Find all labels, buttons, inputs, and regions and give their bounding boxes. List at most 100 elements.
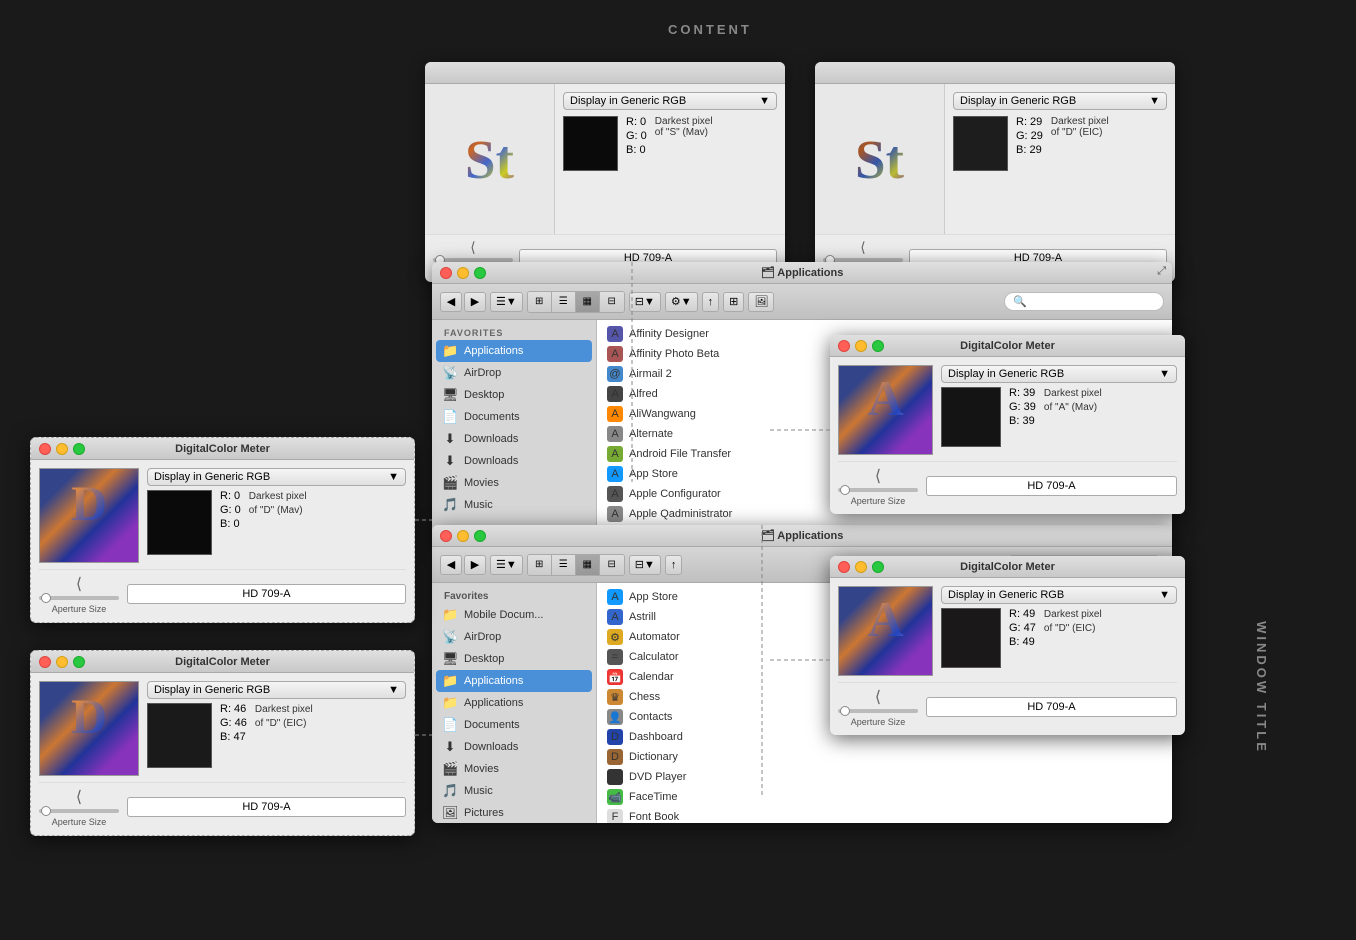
sidebar-item-applications-active-bottom[interactable]: 📁 Applications <box>436 670 592 692</box>
minimize-dcm-sidebar-bottom[interactable] <box>56 656 68 668</box>
maximize-btn-finder-bottom[interactable] <box>474 530 486 542</box>
back-btn-top[interactable]: ◀ <box>440 292 462 312</box>
color-swatch-top-left <box>563 116 618 171</box>
sidebar-item-desktop-bottom[interactable]: 🖥 Desktop <box>432 648 596 670</box>
documents-icon-top: 📄 <box>442 409 458 425</box>
sidebar-item-downloads1-top[interactable]: ⬇ Downloads <box>432 428 596 450</box>
slider-thumb-dcm-finder-top <box>840 485 850 495</box>
annotation-top-left: Darkest pixelof "S" (Mav) <box>655 116 713 171</box>
profile-dropdown-top-right[interactable]: Display in Generic RGB ▼ <box>953 92 1167 110</box>
slider-dcm-sidebar-bottom[interactable] <box>39 809 119 813</box>
sort-btn-top[interactable]: ⊟▼ <box>629 292 661 312</box>
minimize-dcm-finder-top[interactable] <box>855 340 867 352</box>
forward-btn-bottom[interactable]: ▶ <box>464 555 486 575</box>
sidebar-item-pictures-bottom[interactable]: 🖼 Pictures <box>432 802 596 823</box>
list-view-bottom[interactable]: ☰ <box>552 555 576 575</box>
sidebar-item-downloads2-top[interactable]: ⬇ Downloads <box>432 450 596 472</box>
sidebar-item-movies-top[interactable]: 🎬 Movies <box>432 472 596 494</box>
sidebar-item-documents-top[interactable]: 📄 Documents <box>432 406 596 428</box>
share-btn-bottom[interactable]: ↑ <box>665 555 683 575</box>
titlebar-dcm-finder-bottom: DigitalColor Meter <box>830 556 1185 578</box>
icon-view-bottom[interactable]: ⊞ <box>528 555 552 575</box>
pixel-preview-sidebar-bottom: D <box>39 681 139 776</box>
action-btn-top[interactable]: ⚙▼ <box>665 292 698 312</box>
item-font-book[interactable]: F Font Book <box>597 807 1172 823</box>
icon-airmail: @ <box>607 366 623 382</box>
maximize-btn-finder-top[interactable] <box>474 267 486 279</box>
item-facetime[interactable]: 📹 FaceTime <box>597 787 1172 807</box>
dcm-top-row-finder-top: A Display in Generic RGB ▼ R: 39 G: 39 B… <box>838 365 1177 455</box>
close-btn-finder-top[interactable] <box>440 267 452 279</box>
profile-dropdown-dcm-finder-bottom[interactable]: Display in Generic RGB ▼ <box>941 586 1177 604</box>
sidebar-item-documents-bottom[interactable]: 📄 Documents <box>432 714 596 736</box>
finder-title-top: 🗂 Applications <box>761 266 844 279</box>
maximize-dcm-finder-bottom[interactable] <box>872 561 884 573</box>
coverflow-view-top[interactable]: ⊟ <box>600 292 624 312</box>
icon-affinity-designer: A <box>607 326 623 342</box>
profile-dropdown-dcm-sidebar-bottom[interactable]: Display in Generic RGB ▼ <box>147 681 406 699</box>
sidebar-item-mobile-bottom[interactable]: 📁 Mobile Docum... <box>432 604 596 626</box>
sidebar-item-music-bottom[interactable]: 🎵 Music <box>432 780 596 802</box>
minimize-dcm-finder-bottom[interactable] <box>855 561 867 573</box>
sidebar-item-airdrop-bottom[interactable]: 📡 AirDrop <box>432 626 596 648</box>
arrange-btn-top[interactable]: ☰▼ <box>490 292 523 312</box>
profile-dropdown-dcm-finder-top[interactable]: Display in Generic RGB ▼ <box>941 365 1177 383</box>
icon-affinity-photo: A <box>607 346 623 362</box>
icon-view-top[interactable]: ⊞ <box>528 292 552 312</box>
icon-aliwangwang: A <box>607 406 623 422</box>
title-dcm-finder-bottom: DigitalColor Meter <box>960 561 1055 573</box>
slider-dcm-finder-top[interactable] <box>838 488 918 492</box>
airdrop-icon-top: 📡 <box>442 365 458 381</box>
search-box-top[interactable]: 🔍 <box>1004 292 1164 311</box>
sidebar-item-applications-top[interactable]: 📁 Applications <box>436 340 592 362</box>
item-dictionary[interactable]: D Dictionary <box>597 747 1172 767</box>
sidebar-item-airdrop-top[interactable]: 📡 AirDrop <box>432 362 596 384</box>
path-btn-top[interactable]: 🖼 <box>748 292 774 312</box>
close-dcm-sidebar-bottom[interactable] <box>39 656 51 668</box>
arrange-btn-bottom[interactable]: ☰▼ <box>490 555 523 575</box>
slider-dcm-finder-bottom[interactable] <box>838 709 918 713</box>
close-btn-finder-bottom[interactable] <box>440 530 452 542</box>
sidebar-item-downloads-bottom[interactable]: ⬇ Downloads <box>432 736 596 758</box>
coverflow-view-bottom[interactable]: ⊟ <box>600 555 624 575</box>
minimize-dcm-sidebar-top[interactable] <box>56 443 68 455</box>
close-dcm-sidebar-top[interactable] <box>39 443 51 455</box>
titlebar-top-left <box>425 62 785 84</box>
sort-btn-bottom[interactable]: ⊟▼ <box>629 555 661 575</box>
letter-st-top: St <box>465 128 514 191</box>
aperture-icon-dcm-finder-bottom: ⟨ <box>875 687 881 707</box>
icon-alternate: A <box>607 426 623 442</box>
maximize-dcm-sidebar-bottom[interactable] <box>73 656 85 668</box>
values-row-dcm-sidebar-bottom: R: 46 G: 46 B: 47 Darkest pixelof "D" (E… <box>147 703 406 768</box>
title-dcm-sidebar-top: DigitalColor Meter <box>175 443 270 455</box>
back-btn-bottom[interactable]: ◀ <box>440 555 462 575</box>
column-view-bottom[interactable]: ▦ <box>576 555 600 575</box>
profile-dropdown-dcm-sidebar-top[interactable]: Display in Generic RGB ▼ <box>147 468 406 486</box>
minimize-btn-finder-top[interactable] <box>457 267 469 279</box>
swatch-dcm-finder-top <box>941 387 1001 447</box>
sidebar-item-movies-bottom[interactable]: 🎬 Movies <box>432 758 596 780</box>
sidebar-item-music-top[interactable]: 🎵 Music <box>432 494 596 516</box>
edit-btn-top[interactable]: ⊞ <box>723 292 744 312</box>
slider-dcm-sidebar-top[interactable] <box>39 596 119 600</box>
profile-dropdown-top-left[interactable]: Display in Generic RGB ▼ <box>563 92 777 110</box>
maximize-dcm-finder-top[interactable] <box>872 340 884 352</box>
downloads1-icon-top: ⬇ <box>442 431 458 447</box>
icon-android-transfer: A <box>607 446 623 462</box>
forward-btn-top[interactable]: ▶ <box>464 292 486 312</box>
dcm-body-finder-bottom: A Display in Generic RGB ▼ R: 49 G: 47 B… <box>830 578 1185 735</box>
traffic-lights-finder-bottom <box>440 530 486 542</box>
slider-thumb-dcm-sidebar-bottom <box>41 806 51 816</box>
share-btn-top[interactable]: ↑ <box>702 292 720 312</box>
close-dcm-finder-top[interactable] <box>838 340 850 352</box>
column-view-top[interactable]: ▦ <box>576 292 600 312</box>
sidebar-item-applications-bottom[interactable]: 📁 Applications <box>432 692 596 714</box>
icon-apple-qadministrator: A <box>607 506 623 522</box>
sidebar-item-desktop-top[interactable]: 🖥 Desktop <box>432 384 596 406</box>
item-dvd-player[interactable]: ▶ DVD Player <box>597 767 1172 787</box>
close-dcm-finder-bottom[interactable] <box>838 561 850 573</box>
list-view-top[interactable]: ☰ <box>552 292 576 312</box>
maximize-dcm-sidebar-top[interactable] <box>73 443 85 455</box>
minimize-btn-finder-bottom[interactable] <box>457 530 469 542</box>
expand-icon-top[interactable]: ⤢ <box>1157 265 1166 278</box>
